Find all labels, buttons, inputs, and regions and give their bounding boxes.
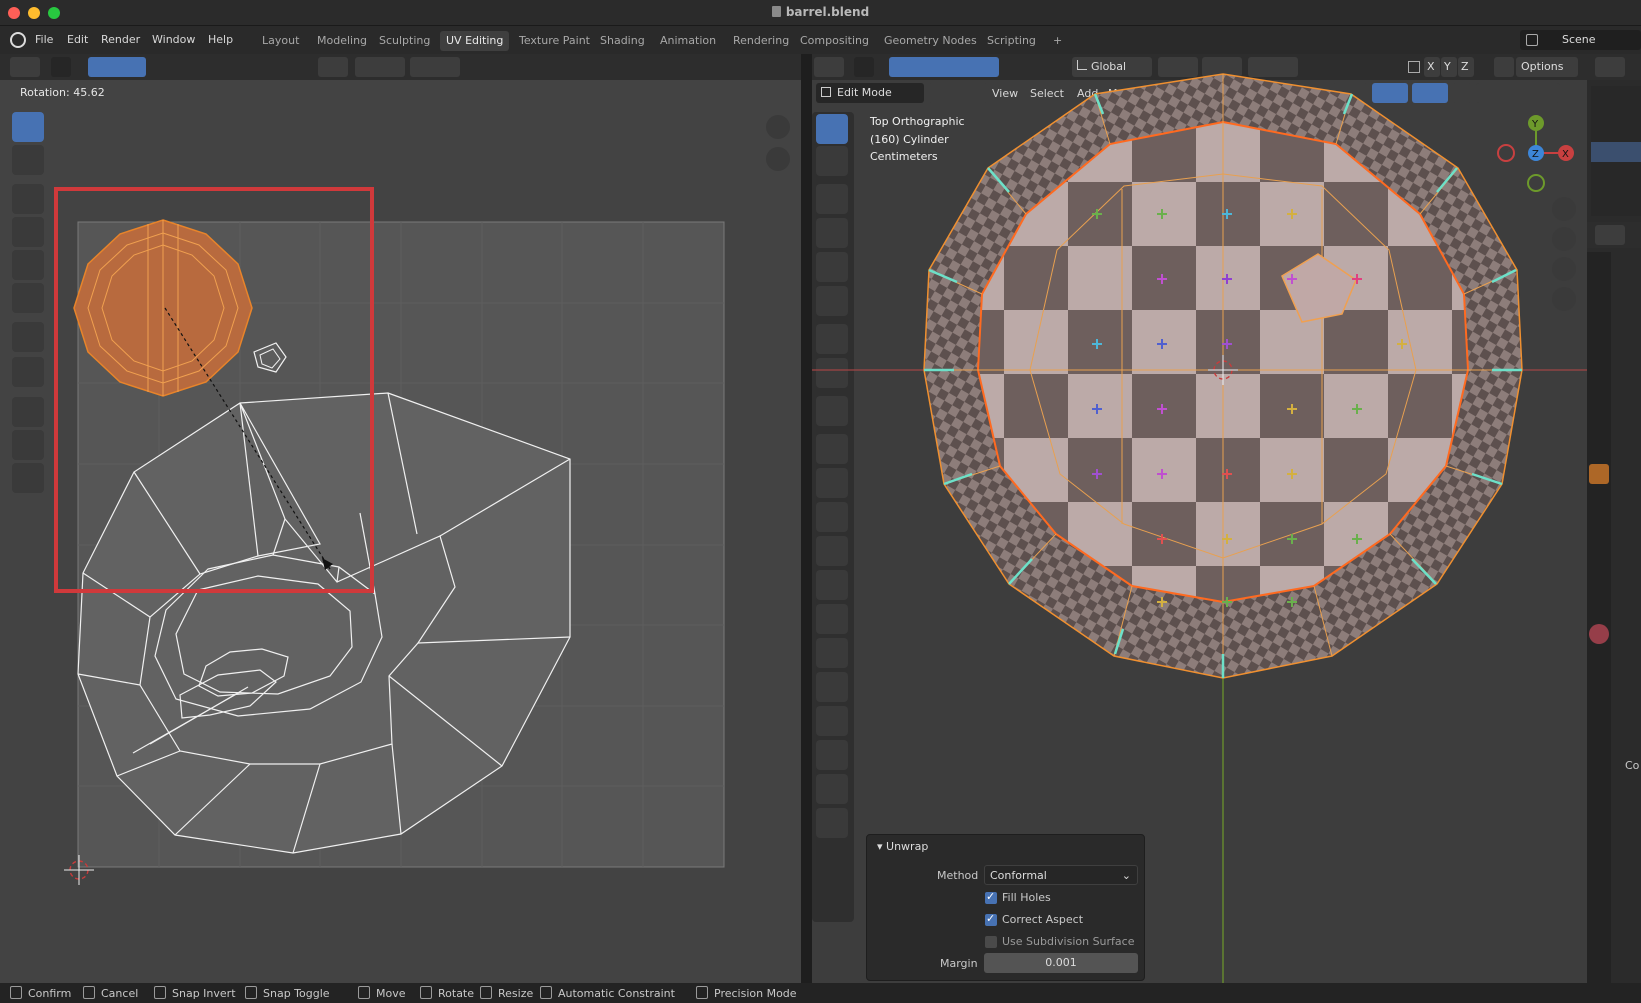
properties-partial-label: Co (1625, 759, 1640, 772)
viewport-pan-icon (1552, 227, 1576, 251)
workspace-tab-geometry-nodes[interactable]: Geometry Nodes (878, 31, 983, 51)
menu-render[interactable]: Render (101, 33, 140, 46)
workspace-tab-animation[interactable]: Animation (654, 31, 722, 51)
status-hint-rotate: Rotate (420, 986, 474, 1000)
method-label: Method (937, 869, 979, 882)
status-hint-label: Precision Mode (714, 987, 797, 1000)
s-key-icon (480, 986, 492, 999)
output-tab-icon[interactable] (1589, 322, 1609, 342)
properties-editor-icon[interactable] (1595, 225, 1625, 245)
method-value: Conformal (990, 869, 1047, 882)
title-bar: barrel.blend (0, 0, 1641, 26)
status-hint-snap-toggle: Snap Toggle (245, 986, 330, 1000)
margin-value: 0.001 (1045, 956, 1077, 969)
shift-tab-icon (245, 986, 257, 999)
status-hint-label: Snap Toggle (263, 987, 330, 1000)
status-hint-label: Rotate (438, 987, 475, 1000)
viewport-zoom-icon (1552, 197, 1576, 221)
properties-header (1587, 222, 1641, 248)
tool-tab-icon[interactable] (1589, 256, 1609, 276)
margin-field[interactable]: 0.001 (984, 953, 1138, 973)
correct-aspect-checkbox[interactable]: ✓ (985, 912, 997, 926)
menu-help[interactable]: Help (208, 33, 233, 46)
status-bar: Confirm Cancel Snap Invert Snap Toggle Move R… (0, 983, 1641, 1003)
workspace-tab-rendering[interactable]: Rendering (727, 31, 795, 51)
status-hint-confirm: Confirm (10, 986, 71, 1000)
workspace-tab-scripting[interactable]: Scripting (981, 31, 1042, 51)
status-hint-label: Cancel (101, 987, 139, 1000)
window-title: barrel.blend (0, 5, 1641, 19)
status-hint-label: Move (376, 987, 406, 1000)
correct-aspect-label: Correct Aspect (1002, 913, 1084, 926)
workspace-tab-shading[interactable]: Shading (594, 31, 651, 51)
workspace-tab-modeling[interactable]: Modeling (311, 31, 373, 51)
properties-tabs (1587, 252, 1611, 983)
outliner-selected-row[interactable] (1591, 142, 1641, 162)
top-bar: File Edit Render Window Help Layout Modeling S… (0, 26, 1641, 54)
fill-holes-checkbox[interactable]: ✓ (985, 890, 997, 904)
status-hint-label: Snap Invert (172, 987, 236, 1000)
gizmo-neg-y-icon (1527, 174, 1545, 192)
use-subdivision-checkbox[interactable] (985, 936, 997, 948)
shift-key-icon (696, 986, 708, 999)
chevron-down-icon: ⌄ (1121, 869, 1131, 882)
svg-text:Z: Z (1532, 149, 1539, 160)
use-subdivision-label: Use Subdivision Surface (1002, 935, 1135, 948)
ortho-toggle-icon (1552, 287, 1576, 311)
menu-window[interactable]: Window (152, 33, 195, 46)
workspace-tab-layout[interactable]: Layout (256, 31, 305, 51)
r-key-icon (420, 986, 432, 999)
uv-canvas[interactable] (0, 54, 801, 983)
scene-icon (1526, 34, 1538, 46)
file-icon (771, 6, 781, 17)
status-hint-precision-mode: Precision Mode (696, 986, 797, 1000)
workspace-tab-texture-paint[interactable]: Texture Paint (513, 31, 596, 51)
mouse-right-icon (83, 986, 95, 999)
menu-file[interactable]: File (35, 33, 53, 46)
camera-view-icon (1552, 257, 1576, 281)
mouse-middle-icon (540, 986, 552, 999)
checkmark-icon: ✓ (986, 890, 996, 903)
workspace-tab-compositing[interactable]: Compositing (794, 31, 875, 51)
menu-edit[interactable]: Edit (67, 33, 88, 46)
scene-selector[interactable]: Scene (1520, 30, 1641, 50)
gizmo-neg-x-icon (1497, 144, 1515, 162)
material-tab-icon[interactable] (1589, 624, 1609, 644)
uv-editor[interactable]: Rotation: 45.62 (0, 54, 801, 983)
properties-editor-partial: Co (1587, 54, 1641, 983)
scene-label: Scene (1562, 33, 1596, 46)
svg-text:Y: Y (1531, 119, 1539, 130)
status-hint-label: Confirm (28, 987, 72, 1000)
ctrl-key-icon (154, 986, 166, 999)
navigation-gizmo: Y Z X (1497, 115, 1574, 192)
margin-label: Margin (940, 957, 978, 970)
status-hint-automatic-constraint: Automatic Constraint (540, 986, 675, 1000)
status-hint-snap-invert: Snap Invert (154, 986, 236, 1000)
svg-text:X: X (1562, 149, 1569, 160)
area-divider[interactable] (801, 54, 812, 983)
checkmark-icon: ✓ (986, 912, 996, 925)
object-tab-icon[interactable] (1589, 464, 1609, 484)
status-hint-resize: Resize (480, 986, 533, 1000)
add-workspace-icon[interactable]: + (1047, 31, 1068, 51)
workspace-tab-uv-editing[interactable]: UV Editing (440, 31, 510, 51)
blender-logo-icon[interactable] (10, 32, 26, 48)
viewport-nav-buttons (1552, 197, 1576, 311)
fill-holes-label: Fill Holes (1002, 891, 1051, 904)
workspace-tab-sculpting[interactable]: Sculpting (373, 31, 436, 51)
unwrap-redo-panel: ▾ Unwrap Method Conformal ⌄ ✓ Fill Holes… (866, 834, 1145, 981)
status-hint-label: Automatic Constraint (558, 987, 675, 1000)
outliner-header (1587, 54, 1641, 80)
outliner-editor-icon[interactable] (1595, 57, 1625, 77)
render-tab-icon[interactable] (1589, 292, 1609, 312)
unwrap-panel-title: Unwrap (886, 840, 929, 853)
status-hint-label: Resize (498, 987, 534, 1000)
g-key-icon (358, 986, 370, 999)
status-hint-cancel: Cancel (83, 986, 138, 1000)
unwrap-panel-header[interactable]: ▾ Unwrap (877, 840, 928, 853)
outliner-rows (1591, 86, 1641, 216)
method-dropdown[interactable]: Conformal ⌄ (984, 865, 1138, 885)
mouse-left-icon (10, 986, 22, 999)
status-hint-move: Move (358, 986, 406, 1000)
